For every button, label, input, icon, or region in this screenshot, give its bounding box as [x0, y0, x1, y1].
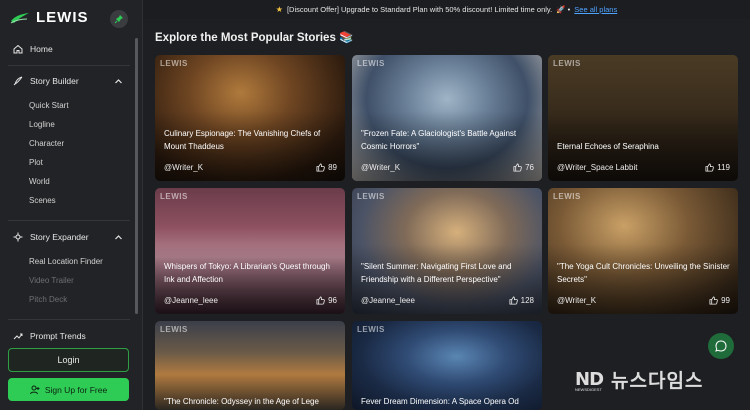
rocket-icon: 🚀 •	[556, 5, 571, 14]
story-author[interactable]: @Jeanne_leee	[164, 296, 218, 305]
divider	[8, 220, 130, 221]
story-card[interactable]: LEWIS Culinary Espionage: The Vanishing …	[155, 55, 345, 181]
nav-prompt-trends[interactable]: Prompt Trends	[13, 331, 86, 341]
pin-icon	[114, 15, 123, 24]
story-card[interactable]: LEWIS "Frozen Fate: A Glaciologist's Bat…	[352, 55, 542, 181]
story-title: Whispers of Tokyo: A Librarian's Quest t…	[164, 262, 330, 284]
brand-name: LEWIS	[36, 9, 89, 26]
thumbs-up-icon	[316, 163, 325, 172]
chevron-up-icon[interactable]	[114, 77, 123, 86]
sidebar-scrollbar[interactable]	[135, 38, 138, 314]
sidebar: LEWIS Home Story Builder Quick Start Log…	[0, 0, 143, 410]
story-author[interactable]: @Writer_K	[361, 163, 400, 172]
card-watermark: LEWIS	[553, 192, 581, 201]
card-watermark: LEWIS	[357, 325, 385, 334]
login-button[interactable]: Login	[8, 348, 129, 372]
story-card[interactable]: LEWIS "Silent Summer: Navigating First L…	[352, 188, 542, 314]
nav-home[interactable]: Home	[13, 44, 53, 54]
page-title: Explore the Most Popular Stories 📚	[155, 32, 354, 44]
signup-button-label: Sign Up for Free	[44, 384, 108, 395]
thumbs-up-icon	[513, 163, 522, 172]
card-watermark: LEWIS	[160, 192, 188, 201]
sidebar-item-quick-start[interactable]: Quick Start	[29, 101, 69, 110]
banner-text: [Discount Offer] Upgrade to Standard Pla…	[286, 5, 553, 14]
home-icon	[13, 44, 23, 54]
thumbs-up-icon	[509, 296, 518, 305]
discount-banner: ★ [Discount Offer] Upgrade to Standard P…	[143, 0, 750, 19]
signup-button[interactable]: Sign Up for Free	[8, 378, 129, 401]
lewis-logo-icon	[10, 12, 29, 23]
story-author[interactable]: @Writer_K	[557, 296, 596, 305]
story-card[interactable]: LEWIS "The Yoga Cult Chronicles: Unveili…	[548, 188, 738, 314]
story-card[interactable]: LEWIS Eternal Echoes of Seraphina @Write…	[548, 55, 738, 181]
sidebar-item-plot[interactable]: Plot	[29, 158, 43, 167]
nav-story-builder[interactable]: Story Builder	[13, 76, 79, 86]
like-count[interactable]: 99	[709, 296, 730, 305]
divider	[8, 319, 130, 320]
like-count[interactable]: 119	[705, 163, 730, 172]
story-card[interactable]: LEWIS Whispers of Tokyo: A Librarian's Q…	[155, 188, 345, 314]
card-watermark: LEWIS	[553, 59, 581, 68]
quill-icon	[13, 76, 23, 86]
chat-button[interactable]	[708, 333, 734, 359]
like-count[interactable]: 76	[513, 163, 534, 172]
sidebar-item-video-trailer: Video Trailer	[29, 276, 74, 285]
nav-story-expander-label: Story Expander	[30, 232, 89, 242]
like-count[interactable]: 89	[316, 163, 337, 172]
sidebar-item-real-location-finder[interactable]: Real Location Finder	[29, 257, 103, 266]
nav-story-expander[interactable]: Story Expander	[13, 232, 89, 242]
divider	[8, 65, 130, 66]
story-author[interactable]: @Writer_Space Labbit	[557, 163, 637, 172]
newspaper-watermark-logo: ND NEWSDIGEST 뉴스다임스	[575, 369, 704, 392]
thumbs-up-icon	[709, 296, 718, 305]
story-title: "Frozen Fate: A Glaciologist's Battle Ag…	[361, 129, 517, 151]
story-title: Fever Dream Dimension: A Space Opera Od	[361, 396, 519, 406]
like-count[interactable]: 128	[509, 296, 534, 305]
story-card[interactable]: LEWIS "The Chronicle: Odyssey in the Age…	[155, 321, 345, 410]
chevron-up-icon[interactable]	[114, 233, 123, 242]
see-all-plans-link[interactable]: See all plans	[574, 5, 617, 14]
story-title: "Silent Summer: Navigating First Love an…	[361, 262, 512, 284]
star-icon: ★	[275, 5, 283, 14]
card-watermark: LEWIS	[160, 59, 188, 68]
sidebar-item-world[interactable]: World	[29, 177, 50, 186]
thumbs-up-icon	[316, 296, 325, 305]
story-title: "The Yoga Cult Chronicles: Unveiling the…	[557, 262, 730, 284]
thumbs-up-icon	[705, 163, 715, 172]
add-user-icon	[29, 385, 40, 394]
nav-prompt-trends-label: Prompt Trends	[30, 331, 86, 341]
nav-story-builder-label: Story Builder	[30, 76, 79, 86]
card-watermark: LEWIS	[160, 325, 188, 334]
trend-icon	[13, 333, 23, 340]
card-watermark: LEWIS	[357, 59, 385, 68]
pin-sidebar-button[interactable]	[110, 10, 128, 28]
story-author[interactable]: @Jeanne_leee	[361, 296, 415, 305]
sidebar-item-scenes[interactable]: Scenes	[29, 196, 56, 205]
story-title: "The Chronicle: Odyssey in the Age of Le…	[164, 396, 319, 406]
story-title: Culinary Espionage: The Vanishing Chefs …	[164, 129, 321, 151]
nav-home-label: Home	[30, 44, 53, 54]
story-author[interactable]: @Writer_K	[164, 163, 203, 172]
expand-icon	[13, 232, 23, 242]
sidebar-item-character[interactable]: Character	[29, 139, 64, 148]
card-watermark: LEWIS	[357, 192, 385, 201]
story-card[interactable]: LEWIS Fever Dream Dimension: A Space Ope…	[352, 321, 542, 410]
sidebar-item-logline[interactable]: Logline	[29, 120, 55, 129]
sidebar-item-pitch-deck: Pitch Deck	[29, 295, 68, 304]
like-count[interactable]: 96	[316, 296, 337, 305]
chat-bubble-icon	[715, 340, 727, 352]
brand[interactable]: LEWIS	[10, 9, 89, 26]
story-title: Eternal Echoes of Seraphina	[557, 141, 659, 151]
